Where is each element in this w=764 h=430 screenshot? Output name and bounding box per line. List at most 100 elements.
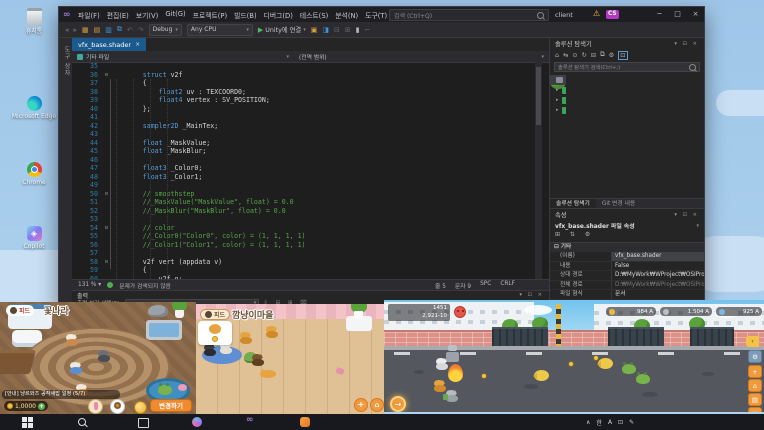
sleeping-cat-sprite[interactable]: [260, 370, 276, 378]
frog-enemy[interactable]: [622, 364, 636, 374]
property-category[interactable]: ⊟ 기타: [550, 243, 704, 252]
add-button[interactable]: +: [354, 398, 368, 412]
properties-toolbar[interactable]: ⊞ ⇅ ⚙: [550, 231, 704, 241]
cat-sprite[interactable]: [446, 388, 459, 402]
desktop-icon-edge[interactable]: Microsoft Edge: [10, 96, 58, 120]
collapse-sidebar-tab[interactable]: ‹: [746, 336, 759, 347]
property-row[interactable]: 전체 경로 D:₩MyWork₩WProject₩OSIProject: [550, 281, 704, 291]
side-button-list[interactable]: ▤: [748, 393, 762, 406]
code-line[interactable]: 42 sampler2D _MainTex;: [72, 122, 542, 131]
quest-bubble[interactable]: [198, 321, 232, 345]
status-eol[interactable]: CRLF: [500, 281, 515, 290]
code-line[interactable]: 36⊟ struct v2f: [72, 71, 542, 80]
tab-solution-explorer[interactable]: 솔루션 탐색기: [550, 199, 596, 208]
coin-button[interactable]: [134, 401, 147, 414]
code-line[interactable]: 41: [72, 113, 542, 122]
menu-item[interactable]: 테스트(S): [296, 10, 331, 20]
find-icon[interactable]: ▣: [311, 26, 318, 34]
notice-ticker[interactable]: [안내] 냥르와즈 공작새밥 일정 (5/7): [2, 390, 120, 399]
tab-vfx-base-shader[interactable]: vfx_base.shader ×: [72, 38, 146, 51]
maximize-button[interactable]: □: [669, 7, 686, 22]
side-button-add[interactable]: +: [748, 365, 762, 378]
menu-item[interactable]: 도구(T): [362, 10, 391, 20]
puffer-enemy[interactable]: [598, 358, 613, 369]
panel-controls[interactable]: ▾ ⊡ ×: [519, 292, 544, 298]
property-row[interactable]: (이름) vfx_base.shader: [550, 252, 704, 262]
code-line[interactable]: 37 {: [72, 79, 542, 88]
project-node[interactable]: ▸ Assembly-CSharp-firstpass: [550, 105, 566, 115]
treat-button[interactable]: [88, 399, 103, 414]
add-gold-button[interactable]: +: [38, 403, 45, 410]
frog-enemy[interactable]: [636, 374, 650, 384]
account-name[interactable]: client: [555, 11, 573, 19]
cat-sprite[interactable]: [252, 352, 265, 366]
status-spaces[interactable]: SPC: [480, 281, 491, 290]
new-file-icon[interactable]: ▦: [82, 26, 89, 34]
tray-icon[interactable]: ⊡: [618, 419, 623, 426]
attach-to-unity-button[interactable]: ▶ Unity에 연결 ▾: [258, 25, 306, 34]
code-line[interactable]: 53: [72, 215, 542, 224]
project-node[interactable]: ▸ Assembly-CSharp-Editor: [550, 95, 566, 105]
code-line[interactable]: 54⊟ // color: [72, 224, 542, 233]
cs-badge[interactable]: CS: [606, 10, 619, 19]
redo-icon[interactable]: ↷: [138, 26, 144, 34]
desktop-icon-recycle-bin[interactable]: 휴지통: [10, 8, 58, 35]
indent-icon[interactable]: ⊞: [345, 26, 351, 34]
code-line[interactable]: 44 float _MaskValue;: [72, 139, 542, 148]
cat-sprite[interactable]: [98, 348, 111, 362]
preview-selected-icon[interactable]: ⊡: [618, 51, 627, 60]
outline-icon[interactable]: ⊟: [334, 26, 340, 34]
solution-node[interactable]: 솔루션 'client' (3/3개 프로젝트): [550, 75, 566, 85]
side-button-gift[interactable]: ▣: [748, 407, 762, 412]
resource-coin[interactable]: 984 A: [606, 307, 656, 316]
code-editor[interactable]: 35 36⊟ struct v2f37 {38 float2 uv : TEXC…: [72, 62, 542, 279]
property-row[interactable]: 상대 경로 D:₩MyWork₩WProject₩OSIProject: [550, 271, 704, 281]
minimize-button[interactable]: ─: [651, 7, 668, 22]
tray-icon[interactable]: 한: [596, 418, 602, 427]
resource-fish[interactable]: 1,504 A: [660, 307, 712, 316]
property-row[interactable]: 파일 형식 문서: [550, 290, 704, 300]
menu-item[interactable]: 분석(N): [332, 10, 362, 20]
undo-icon[interactable]: ↶: [127, 26, 133, 34]
desktop-icon-copilot[interactable]: ◈ Copilot: [10, 226, 58, 250]
pending-changes-icon[interactable]: ⊙: [572, 52, 577, 59]
side-button-home[interactable]: ⌂: [748, 379, 762, 392]
desktop-icon-chrome[interactable]: Chrome: [10, 162, 58, 186]
health-indicator-icon[interactable]: [107, 282, 113, 288]
taskbar-copilot-icon[interactable]: [192, 417, 202, 427]
code-line[interactable]: 47 float3 _Color0;: [72, 164, 542, 173]
home-icon[interactable]: ⌂: [555, 52, 559, 59]
bookmark-icon[interactable]: ▮: [356, 26, 360, 34]
tray-icon[interactable]: ✎: [629, 419, 634, 426]
code-line[interactable]: 55 //_Color0("Color0", color) = (1, 1, 1…: [72, 232, 542, 241]
warning-icon[interactable]: ⚠: [593, 9, 600, 18]
properties-icon[interactable]: ⚙: [609, 52, 615, 59]
menu-item[interactable]: 편집(E): [103, 10, 132, 20]
properties-object-dropdown[interactable]: vfx_base.shader 파일 속성 ▾: [550, 220, 704, 231]
code-line[interactable]: 43: [72, 130, 542, 139]
home-button[interactable]: ⌂: [370, 398, 384, 412]
code-line[interactable]: 57: [72, 249, 542, 258]
chevron-right-icon[interactable]: ▸: [556, 97, 559, 103]
navbar-project-dropdown[interactable]: 기타 파일 ▾: [72, 51, 294, 62]
snail-button[interactable]: [110, 399, 125, 414]
switch-views-icon[interactable]: ⇆: [563, 52, 568, 59]
nav-forward-icon[interactable]: ▸: [74, 26, 78, 34]
ide-icon[interactable]: ◨: [322, 26, 329, 34]
coin-drop[interactable]: [569, 362, 573, 366]
code-line[interactable]: 52 //_MaskBlur("MaskBlur", float) = 0.0: [72, 207, 542, 216]
advance-button[interactable]: →: [390, 396, 406, 412]
cat-sprite[interactable]: [436, 356, 449, 370]
coin-drop[interactable]: [594, 356, 598, 360]
code-line[interactable]: 39 float4 vertex : SV_POSITION;: [72, 96, 542, 105]
start-button[interactable]: [22, 417, 27, 422]
resource-feather[interactable]: 925 A: [716, 307, 762, 316]
collapse-all-icon[interactable]: ⊟: [591, 52, 596, 59]
show-all-files-icon[interactable]: ⧉: [600, 51, 605, 59]
comment-icon[interactable]: ⌐: [365, 26, 371, 34]
menu-item[interactable]: 파일(F): [75, 10, 104, 20]
open-folder-icon[interactable]: ▤: [94, 26, 101, 34]
coin-drop[interactable]: [482, 374, 486, 378]
cat-sprite[interactable]: [70, 360, 83, 374]
taskbar-visual-studio-icon[interactable]: ∞: [246, 415, 254, 425]
